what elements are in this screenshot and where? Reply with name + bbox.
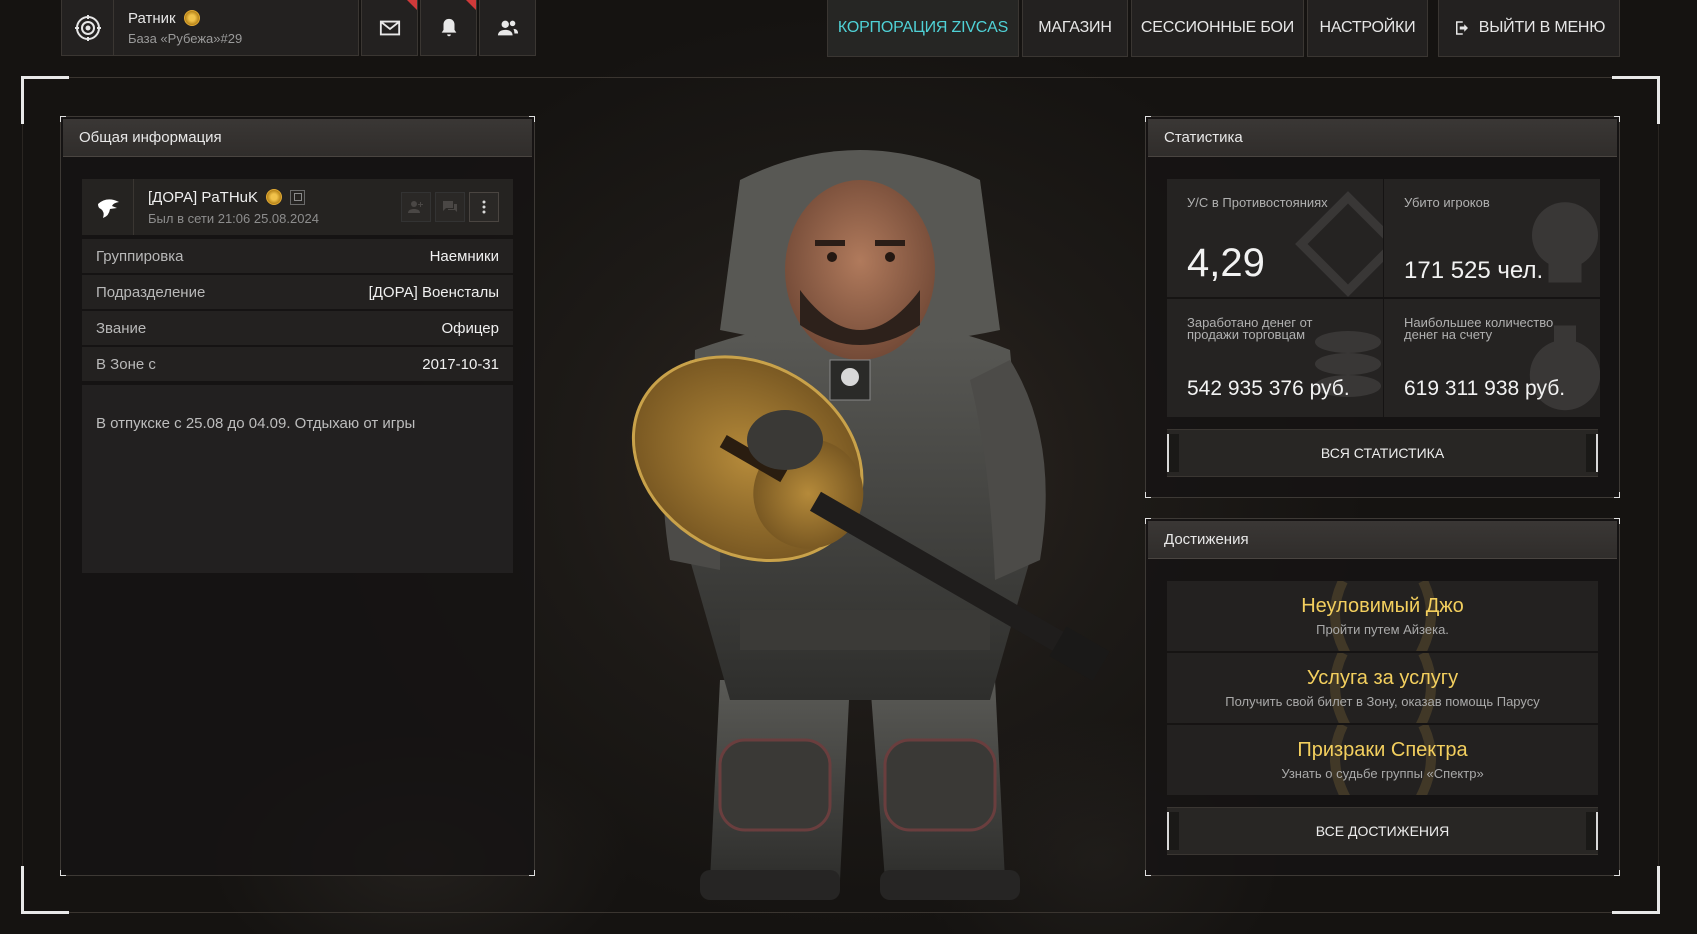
player-name: [ДОРА] PaTHuK [148, 188, 259, 206]
achievement-item[interactable]: Призраки Спектра Узнать о судьбе группы … [1167, 725, 1598, 795]
info-key: В Зоне с [96, 355, 156, 373]
panel-title: Статистика [1148, 119, 1617, 157]
stat-value: 4,29 [1187, 241, 1265, 285]
bell-icon [441, 18, 456, 36]
info-value: Наемники [429, 247, 499, 265]
achievement-title: Неуловимый Джо [1301, 595, 1464, 617]
message-button[interactable] [435, 192, 465, 222]
all-achievements-button[interactable]: ВСЕ ДОСТИЖЕНИЯ [1167, 807, 1598, 855]
mail-icon [379, 20, 400, 35]
friends-icon [497, 20, 518, 35]
achievements-panel: Достижения Неуловимый Джо Пройти путем А… [1145, 518, 1620, 876]
nav-session-battles[interactable]: СЕССИОННЫЕ БОИ [1131, 0, 1304, 57]
exit-to-menu-button[interactable]: ВЫЙТИ В МЕНЮ [1438, 0, 1620, 57]
panel-title: Общая информация [63, 119, 532, 157]
faction-eagle-icon [82, 179, 134, 235]
chat-icon [443, 201, 457, 212]
info-key: Группировка [96, 247, 184, 265]
info-value: [ДОРА] Военсталы [368, 283, 499, 301]
button-label: ВСЕ ДОСТИЖЕНИЯ [1315, 823, 1450, 839]
achievement-item[interactable]: Неуловимый Джо Пройти путем Айзека. [1167, 581, 1598, 651]
info-row-faction: Группировка Наемники [82, 239, 513, 273]
statistics-panel: Статистика У/С в Противостояниях 4,29 Уб… [1145, 116, 1620, 498]
achievement-desc: Узнать о судьбе группы «Спектр» [1281, 766, 1484, 781]
last-seen-label: Был в сети 21:06 25.08.2024 [148, 210, 319, 226]
achievement-item[interactable]: Услуга за услугу Получить свой билет в З… [1167, 653, 1598, 723]
panel-title: Достижения [1148, 521, 1617, 559]
achievement-title: Призраки Спектра [1297, 739, 1468, 761]
notifications-button[interactable] [420, 0, 477, 56]
button-label: ВСЯ СТАТИСТИКА [1320, 445, 1445, 461]
copy-icon[interactable] [290, 189, 306, 205]
info-row-rank: Звание Офицер [82, 311, 513, 345]
info-row-division: Подразделение [ДОРА] Военсталы [82, 275, 513, 309]
stat-value: 542 935 376 руб. [1187, 377, 1350, 400]
status-note: В отпукске с 25.08 до 04.09. Отдыхаю от … [82, 385, 513, 573]
base-label: База «Рубежа»#29 [128, 30, 243, 46]
add-friend-icon [408, 201, 423, 213]
achievement-title: Услуга за услугу [1306, 667, 1459, 689]
achievement-desc: Пройти путем Айзека. [1316, 622, 1449, 637]
unread-indicator [407, 0, 417, 10]
unread-indicator [466, 0, 476, 10]
exit-label: ВЫЙТИ В МЕНЮ [1478, 19, 1606, 36]
stat-players-killed: Убито игроков 171 525 чел. [1384, 179, 1600, 297]
more-vertical-icon [482, 200, 486, 214]
nav-label: СЕССИОННЫЕ БОИ [1140, 19, 1295, 36]
stat-money-earned: Заработано денег от продажи торговцам 54… [1167, 299, 1383, 417]
stat-kd-ratio: У/С в Противостояниях 4,29 [1167, 179, 1383, 297]
info-row-in-zone-since: В Зоне с 2017-10-31 [82, 347, 513, 381]
nav-shop[interactable]: МАГАЗИН [1022, 0, 1128, 57]
friends-button[interactable] [479, 0, 536, 56]
more-options-button[interactable] [469, 192, 499, 222]
nav-label: КОРПОРАЦИЯ ZIVCAS [837, 19, 1009, 36]
profile-badge[interactable]: Ратник База «Рубежа»#29 [61, 0, 359, 56]
achievement-desc: Получить свой билет в Зону, оказав помощ… [1225, 694, 1540, 709]
general-info-panel: Общая информация [ДОРА] PaTHuK Был в сет… [60, 116, 535, 876]
medal-icon [266, 189, 283, 205]
info-key: Звание [96, 319, 147, 337]
rank-label: Ратник [128, 9, 176, 27]
player-card: [ДОРА] PaTHuK Был в сети 21:06 25.08.202… [82, 179, 513, 235]
stat-max-balance: Наибольшее количество денег на счету 619… [1384, 299, 1600, 417]
nav-settings[interactable]: НАСТРОЙКИ [1307, 0, 1428, 57]
info-key: Подразделение [96, 283, 206, 301]
rank-emblem-icon [62, 0, 114, 55]
nav-label: НАСТРОЙКИ [1319, 19, 1416, 36]
stat-value: 171 525 чел. [1404, 257, 1544, 284]
crosshair-icon [1295, 191, 1383, 297]
exit-icon [1455, 21, 1468, 35]
add-friend-button[interactable] [401, 192, 431, 222]
medal-icon [183, 10, 200, 26]
stat-value: 619 311 938 руб. [1404, 377, 1566, 400]
mail-button[interactable] [361, 0, 418, 56]
nav-corporation[interactable]: КОРПОРАЦИЯ ZIVCAS [827, 0, 1019, 57]
nav-label: МАГАЗИН [1038, 19, 1112, 36]
all-statistics-button[interactable]: ВСЯ СТАТИСТИКА [1167, 429, 1598, 477]
info-value: Офицер [441, 319, 500, 337]
info-value: 2017-10-31 [422, 355, 499, 373]
character-model [631, 150, 1110, 900]
